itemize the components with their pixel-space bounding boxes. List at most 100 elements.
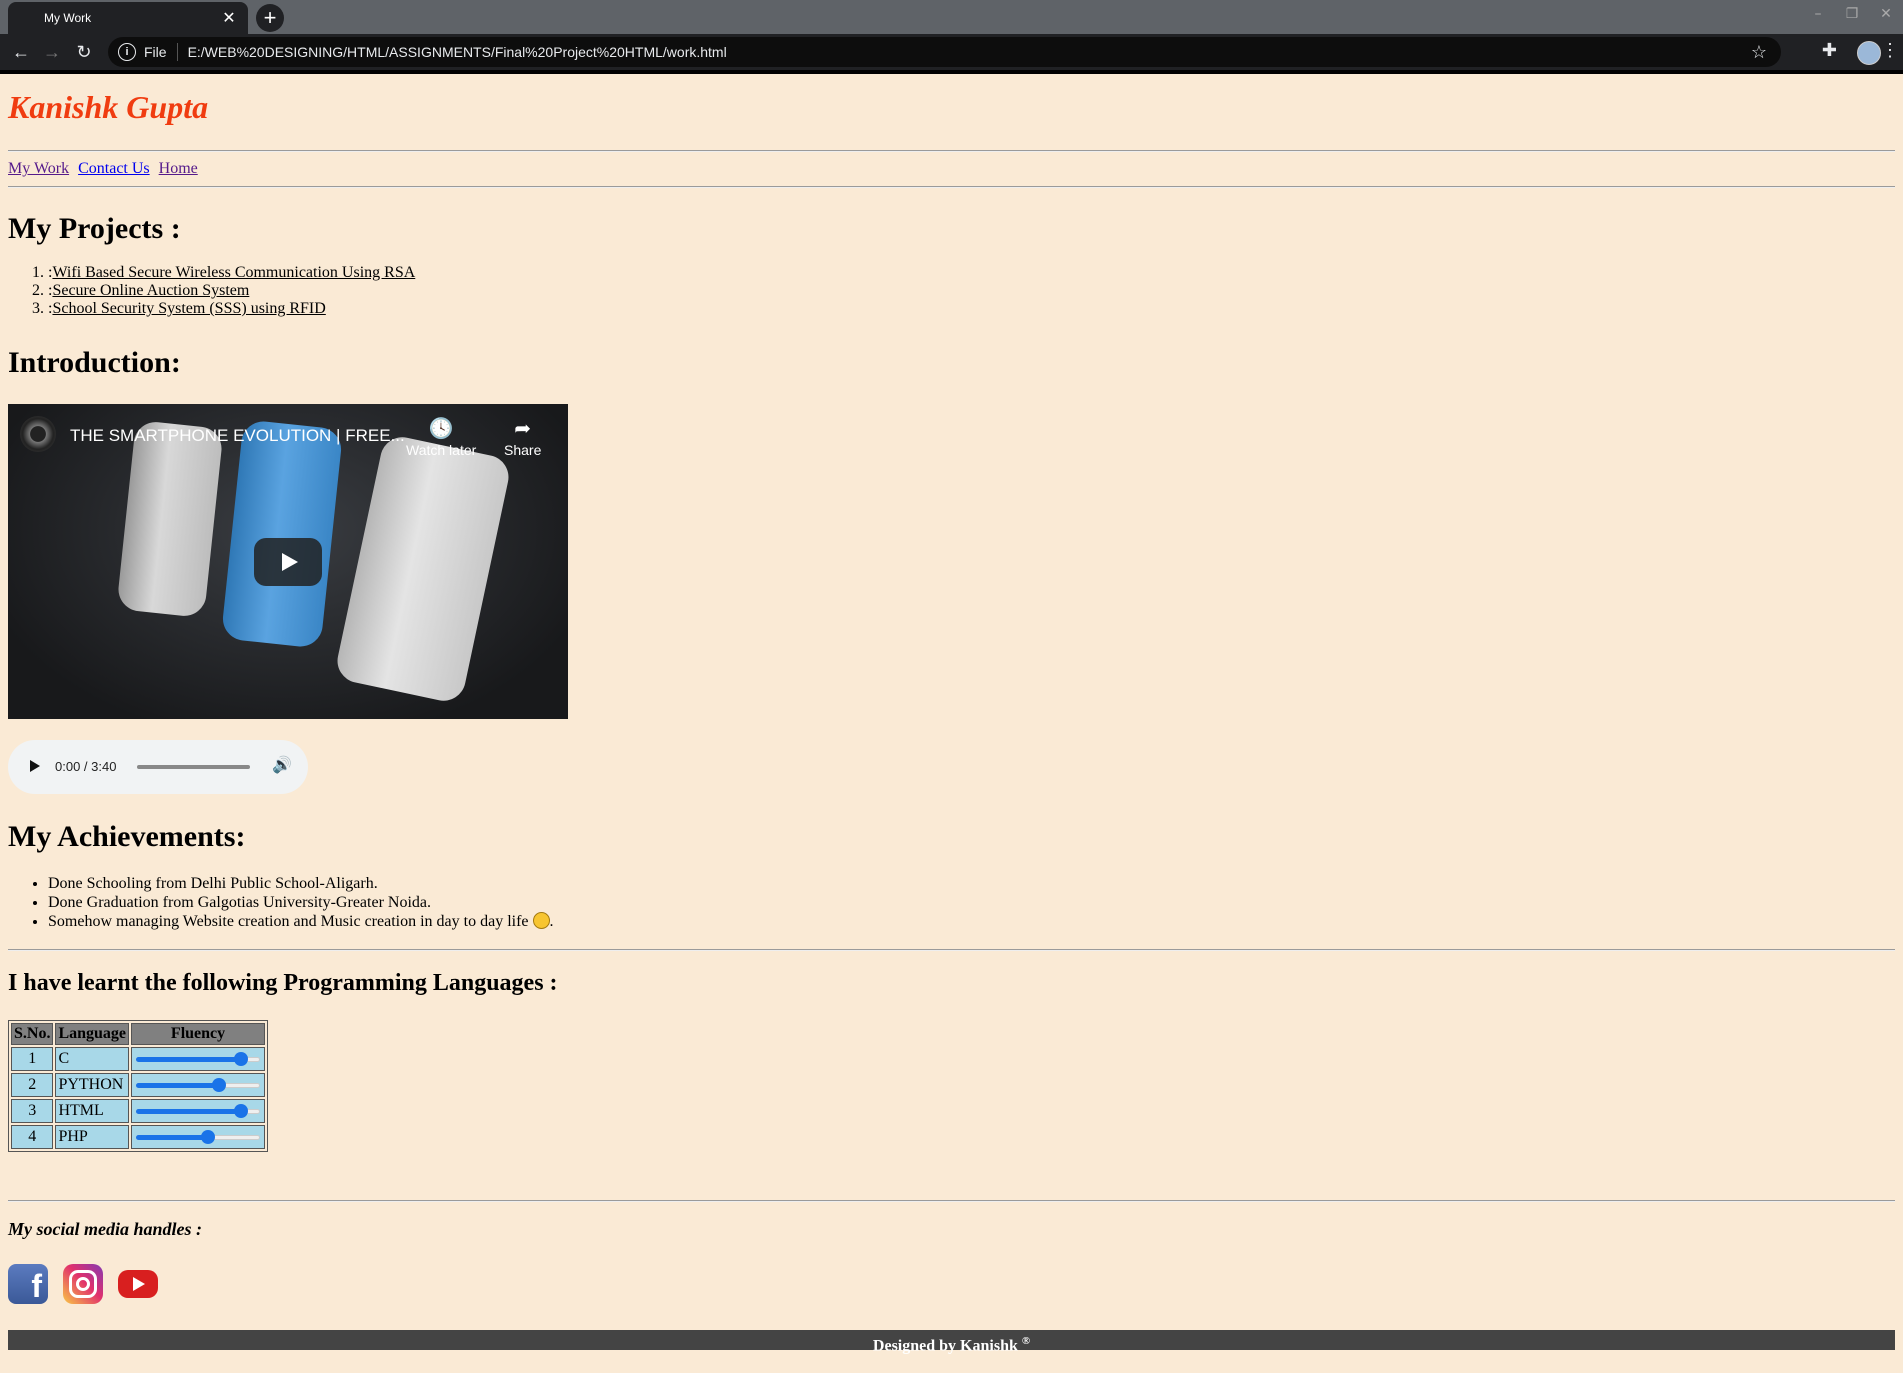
slider-fill [136, 1109, 241, 1114]
share-button[interactable]: ➦ Share [504, 416, 541, 458]
table-row: 4 PHP [11, 1125, 266, 1149]
horizontal-rule [8, 186, 1895, 188]
nav-contact-us[interactable]: Contact Us [78, 160, 150, 177]
achievements-list: Done Schooling from Delhi Public School-… [8, 874, 554, 931]
clock-icon: 🕓 [428, 418, 454, 440]
bookmark-star-icon[interactable]: ☆ [1751, 42, 1767, 63]
sno-cell: 3 [11, 1099, 54, 1123]
languages-table: S.No. Language Fluency 1 C 2 PYTHON 3 HTML 4 PH… [8, 1020, 269, 1152]
slider-fill [136, 1057, 241, 1062]
close-window-icon[interactable]: ✕ [1869, 0, 1903, 30]
list-item: Somehow managing Website creation and Mu… [48, 912, 554, 931]
horizontal-rule [8, 1200, 1895, 1202]
horizontal-rule [8, 150, 1895, 152]
share-icon: ➦ [514, 418, 532, 440]
projects-heading: My Projects : [8, 212, 181, 245]
achievements-heading: My Achievements: [8, 820, 246, 853]
tab-title: My Work [44, 11, 92, 25]
fluency-cell [131, 1099, 266, 1123]
profile-avatar[interactable] [1857, 41, 1881, 65]
project-link[interactable]: Secure Online Auction System [52, 282, 249, 299]
watch-later-button[interactable]: 🕓 Watch later [406, 416, 476, 458]
facebook-icon[interactable]: f [8, 1264, 48, 1304]
grinning-emoji-icon [532, 912, 550, 929]
fluency-cell [131, 1125, 266, 1149]
list-item: :Secure Online Auction System [48, 282, 415, 300]
column-header: Fluency [131, 1023, 266, 1045]
minimize-icon[interactable]: – [1801, 0, 1835, 30]
sno-cell: 1 [11, 1047, 54, 1071]
language-cell: PYTHON [55, 1073, 130, 1097]
browser-toolbar: ← → ↻ i File E:/WEB%20DESIGNING/HTML/ASS… [0, 34, 1903, 70]
languages-heading: I have learnt the following Programming … [8, 970, 558, 996]
fluency-cell [131, 1073, 266, 1097]
horizontal-rule [8, 949, 1895, 951]
fluency-slider[interactable] [134, 1051, 262, 1067]
close-tab-icon[interactable]: ✕ [218, 8, 240, 28]
browser-tab[interactable]: My Work ✕ [8, 2, 248, 34]
video-thumbnail-phone [220, 419, 344, 649]
slider-thumb[interactable] [200, 1130, 215, 1144]
audio-player[interactable]: 0:00 / 3:40 🔊 [8, 740, 308, 794]
fluency-slider[interactable] [134, 1129, 262, 1145]
project-link[interactable]: Wifi Based Secure Wireless Communication… [52, 264, 415, 281]
list-item: Done Graduation from Galgotias Universit… [48, 893, 554, 912]
share-label: Share [504, 442, 542, 458]
restore-icon[interactable]: ❐ [1835, 0, 1869, 30]
info-icon[interactable]: i [118, 43, 136, 61]
new-tab-button[interactable]: + [256, 4, 284, 32]
forward-icon[interactable]: → [40, 40, 64, 64]
list-item: Done Schooling from Delhi Public School-… [48, 874, 554, 893]
video-embed[interactable]: THE SMARTPHONE EVOLUTION | FREE... 🕓 Wat… [8, 404, 568, 719]
watch-later-label: Watch later [406, 442, 477, 458]
volume-icon[interactable]: 🔊 [272, 755, 292, 775]
browser-tab-bar: My Work ✕ + – ❐ ✕ [0, 0, 1903, 34]
language-cell: C [55, 1047, 130, 1071]
registered-mark: ® [1021, 1335, 1031, 1347]
omnibox-divider [176, 43, 178, 61]
video-play-button[interactable] [254, 538, 322, 586]
window-controls: – ❐ ✕ [1801, 0, 1903, 30]
extensions-icon[interactable]: ✚ [1822, 40, 1837, 61]
channel-avatar[interactable] [20, 416, 56, 452]
social-icons: f [8, 1264, 158, 1304]
slider-fill [136, 1083, 219, 1088]
social-heading: My social media handles : [8, 1219, 202, 1239]
slider-thumb[interactable] [233, 1052, 248, 1066]
sno-cell: 2 [11, 1073, 54, 1097]
back-icon[interactable]: ← [9, 40, 33, 64]
projects-list: :Wifi Based Secure Wireless Communicatio… [8, 264, 415, 318]
language-cell: HTML [55, 1099, 130, 1123]
column-header: S.No. [11, 1023, 54, 1045]
table-row: 3 HTML [11, 1099, 266, 1123]
nav-my-work[interactable]: My Work [8, 160, 69, 177]
audio-seek-bar[interactable] [137, 765, 250, 769]
nav-home[interactable]: Home [159, 160, 198, 177]
project-link[interactable]: School Security System (SSS) using RFID [52, 300, 325, 317]
footer-text: Designed by Kanishk [872, 1337, 1018, 1355]
youtube-icon[interactable] [118, 1270, 158, 1298]
slider-fill [136, 1135, 208, 1140]
scheme-label: File [144, 44, 167, 60]
list-item: :School Security System (SSS) using RFID [48, 300, 415, 318]
fluency-cell [131, 1047, 266, 1071]
slider-thumb[interactable] [233, 1104, 248, 1118]
toolbar-divider [0, 70, 1903, 74]
address-bar[interactable]: i File E:/WEB%20DESIGNING/HTML/ASSIGNMEN… [108, 37, 1781, 67]
browser-menu-icon[interactable]: ⋮ [1881, 40, 1899, 61]
video-thumbnail-phone [116, 419, 224, 619]
table-row: 1C [11, 1047, 266, 1071]
reload-icon[interactable]: ↻ [72, 40, 96, 64]
instagram-icon[interactable] [63, 1264, 103, 1304]
footer: Designed by Kanishk ® [8, 1330, 1895, 1354]
url-text[interactable]: E:/WEB%20DESIGNING/HTML/ASSIGNMENTS/Fina… [188, 44, 1751, 60]
audio-play-icon[interactable] [30, 760, 40, 772]
table-header-row: S.No. Language Fluency [11, 1023, 266, 1045]
slider-thumb[interactable] [211, 1078, 226, 1092]
video-title[interactable]: THE SMARTPHONE EVOLUTION | FREE... [70, 426, 405, 446]
language-cell: PHP [55, 1125, 130, 1149]
fluency-slider[interactable] [134, 1103, 262, 1119]
column-header: Language [55, 1023, 130, 1045]
fluency-slider[interactable] [134, 1077, 262, 1093]
table-row: 2 PYTHON [11, 1073, 266, 1097]
